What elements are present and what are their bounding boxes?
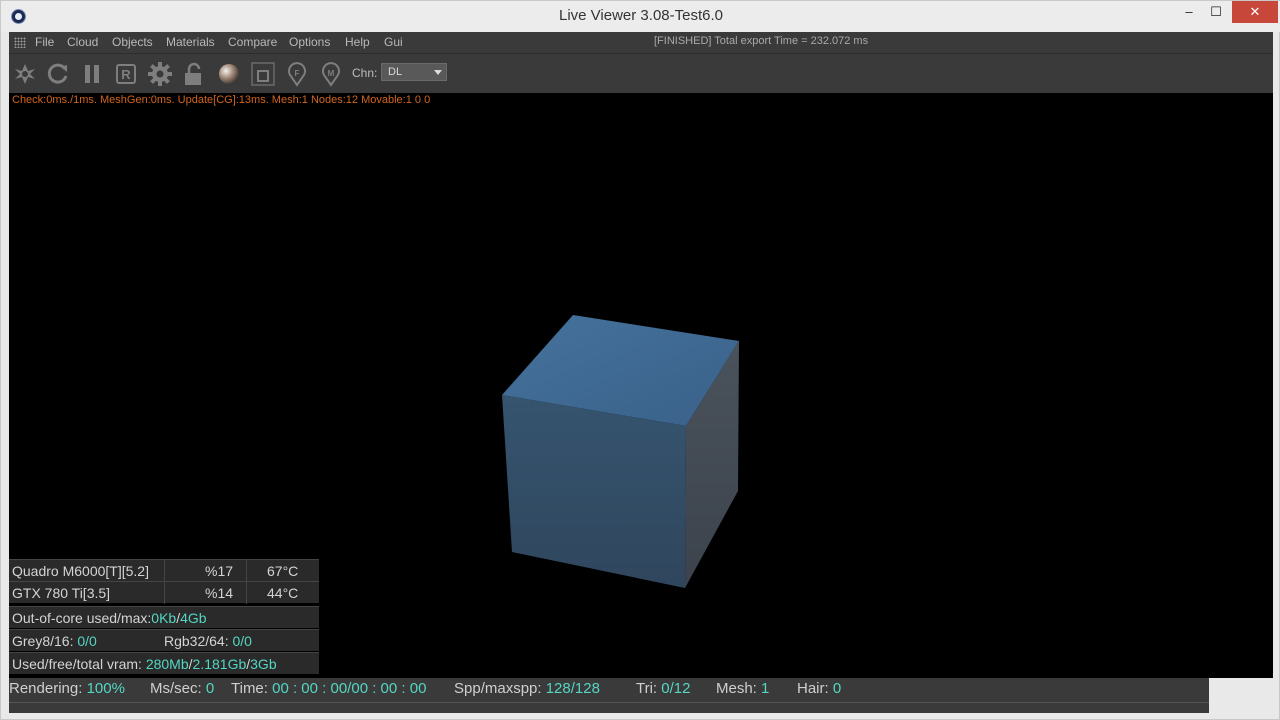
menu-file[interactable]: File	[35, 35, 54, 49]
grey-label: Grey8/16:	[12, 633, 74, 649]
settings-icon[interactable]	[147, 61, 173, 87]
window-title: Live Viewer 3.08-Test6.0	[559, 7, 723, 24]
menu-cloud[interactable]: Cloud	[67, 35, 98, 49]
time-value: 00 : 00 : 00/00 : 00 : 00	[272, 680, 427, 697]
gpu-temp: 67°C	[267, 563, 299, 579]
focus-picker-icon[interactable]	[250, 61, 276, 87]
send-scene-icon[interactable]	[12, 61, 38, 87]
grip-icon	[14, 37, 26, 48]
time-label: Time:	[231, 680, 268, 697]
gpu-usage: %14	[205, 585, 234, 601]
tri-value: 0/12	[661, 680, 691, 697]
mesh-label: Mesh:	[716, 680, 757, 697]
region-render-icon[interactable]: R	[113, 61, 139, 87]
texture-count-row: Grey8/16: 0/0 Rgb32/64: 0/0	[9, 629, 319, 651]
status-bar-secondary	[9, 702, 1209, 713]
menu-options[interactable]: Options	[289, 35, 330, 49]
svg-text:F: F	[295, 69, 300, 78]
out-of-core-max: 4Gb	[180, 610, 207, 626]
ms-sec-value: 0	[205, 680, 215, 697]
vram-row: Used/free/total vram: 280Mb/2.181Gb/3Gb	[9, 652, 319, 674]
minimize-button[interactable]: –	[1177, 1, 1201, 23]
menu-gui[interactable]: Gui	[384, 35, 403, 49]
menu-bar: File Cloud Objects Materials Compare Opt…	[9, 32, 1273, 53]
vram-free: 2.181Gb	[192, 656, 247, 672]
out-of-core-label: Out-of-core used/max:	[12, 610, 152, 626]
channel-label: Chn:	[352, 66, 378, 80]
gpu-name: GTX 780 Ti[3.5]	[12, 585, 111, 601]
menu-objects[interactable]: Objects	[112, 35, 153, 49]
chevron-down-icon	[434, 70, 442, 75]
status-bar: Rendering: 100% Ms/sec: 0 Time: 00 : 00 …	[9, 678, 1209, 702]
pause-icon[interactable]	[79, 61, 105, 87]
close-button[interactable]: ✕	[1232, 1, 1278, 23]
svg-text:R: R	[121, 67, 131, 82]
material-ball-icon[interactable]	[216, 61, 242, 87]
out-of-core-row: Out-of-core used/max:0Kb/4Gb	[9, 606, 319, 628]
vram-used: 280Mb	[145, 656, 189, 672]
channel-value: DL	[388, 66, 403, 78]
spp-label: Spp/maxspp:	[454, 680, 542, 697]
rgb-value: 0/0	[232, 633, 252, 649]
svg-text:M: M	[328, 69, 335, 78]
ms-sec-label: Ms/sec:	[150, 680, 202, 697]
toolbar: R F M Chn: DL	[9, 53, 1273, 93]
menu-compare[interactable]: Compare	[228, 35, 277, 49]
app-window: Live Viewer 3.08-Test6.0 – ☐ ✕ File Clou…	[0, 0, 1280, 720]
menu-materials[interactable]: Materials	[166, 35, 215, 49]
cube-front-face	[502, 395, 686, 588]
lock-icon[interactable]	[181, 61, 207, 87]
rendering-value: 100%	[86, 680, 125, 697]
rgb-label: Rgb32/64:	[164, 633, 229, 649]
gpu-row: GTX 780 Ti[3.5] %14 44°C	[9, 581, 319, 604]
menu-help[interactable]: Help	[345, 35, 370, 49]
vram-total: 3Gb	[250, 656, 277, 672]
hair-value: 0	[832, 680, 842, 697]
channel-dropdown[interactable]: DL	[381, 63, 447, 81]
grey-value: 0/0	[77, 633, 97, 649]
render-viewport[interactable]: Check:0ms./1ms. MeshGen:0ms. Update[CG]:…	[9, 93, 1273, 678]
hair-label: Hair:	[797, 680, 829, 697]
gpu-usage: %17	[205, 563, 234, 579]
focus-pin-icon[interactable]: F	[284, 61, 310, 87]
out-of-core-used: 0Kb	[151, 610, 177, 626]
gpu-name: Quadro M6000[T][5.2]	[12, 563, 149, 579]
tri-label: Tri:	[636, 680, 658, 697]
title-bar: Live Viewer 3.08-Test6.0 – ☐ ✕	[1, 1, 1280, 32]
rendering-label: Rendering:	[9, 680, 83, 697]
export-status-text: [FINISHED] Total export Time = 232.072 m…	[654, 35, 869, 47]
gpu-row: Quadro M6000[T][5.2] %17 67°C	[9, 559, 319, 582]
vram-label: Used/free/total vram:	[12, 656, 142, 672]
mesh-value: 1	[761, 680, 770, 697]
spp-value: 128/128	[545, 680, 600, 697]
gpu-temp: 44°C	[267, 585, 299, 601]
maximize-button[interactable]: ☐	[1204, 1, 1228, 23]
material-pin-icon[interactable]: M	[318, 61, 344, 87]
restart-icon[interactable]	[45, 61, 71, 87]
